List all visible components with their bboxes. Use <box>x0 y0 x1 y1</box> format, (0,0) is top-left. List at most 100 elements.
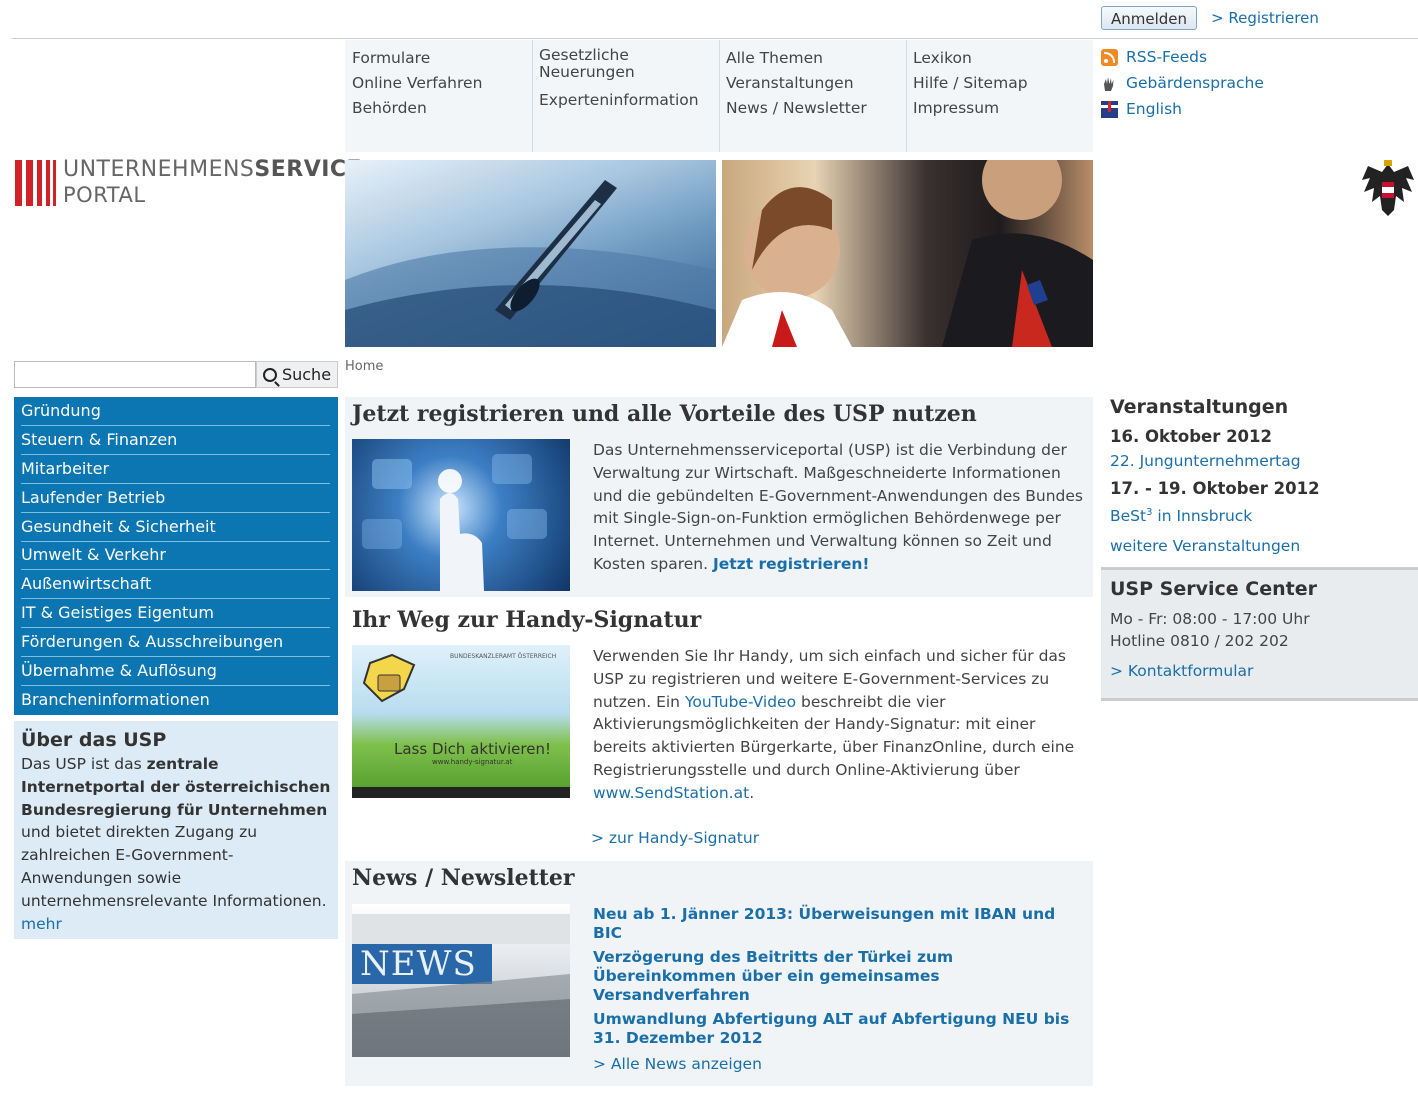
about-box: Über das USP Das USP ist das zentrale In… <box>14 721 338 939</box>
about-text-2: und bietet direkten Zugang zu zahlreiche… <box>21 823 327 910</box>
register-cta-link[interactable]: Jetzt registrieren! <box>713 555 869 573</box>
topnav-link-gesetzliche-neuerungen[interactable]: Gesetzliche Neuerungen <box>539 47 719 81</box>
topnav-link-behoerden[interactable]: Behörden <box>352 96 532 121</box>
topnav-column-1: Formulare Online Verfahren Behörden <box>345 40 532 152</box>
register-text: Das Unternehmensserviceportal (USP) ist … <box>593 439 1083 576</box>
topnav-link-experteninformation[interactable]: Experteninformation <box>539 88 719 113</box>
news-title[interactable]: News / Newsletter <box>352 865 574 891</box>
sidebar-item-branchen[interactable]: Brancheninformationen <box>21 686 330 714</box>
event-link-jungunternehmertag[interactable]: 22. Jungunternehmertag <box>1101 449 1418 473</box>
signature-image-header: BUNDESKANZLERAMT ÖSTERREICH <box>450 653 557 660</box>
news-item[interactable]: Verzögerung des Beitritts der Türkei zum… <box>593 948 1083 1005</box>
topnav-link-news[interactable]: News / Newsletter <box>726 96 906 121</box>
topnav-link-formulare[interactable]: Formulare <box>352 46 532 71</box>
about-more-link[interactable]: mehr <box>21 915 62 933</box>
register-body: Das Unternehmensserviceportal (USP) ist … <box>593 441 1083 573</box>
austrian-eagle-icon <box>1358 158 1418 222</box>
search-button-label: Suche <box>281 365 332 384</box>
topnav-column-3: Alle Themen Veranstaltungen News / Newsl… <box>719 40 906 152</box>
sidebar-item-it[interactable]: IT & Geistiges Eigentum <box>21 599 330 628</box>
about-text-1: Das USP ist das <box>21 755 147 773</box>
sendstation-link[interactable]: www.SendStation.at <box>593 784 749 802</box>
english-label: English <box>1126 100 1182 118</box>
english-link[interactable]: English <box>1101 100 1182 118</box>
sidebar-item-laufender-betrieb[interactable]: Laufender Betrieb <box>21 484 330 513</box>
news-item[interactable]: Umwandlung Abfertigung ALT auf Abfertigu… <box>593 1010 1083 1048</box>
topnav-link-alle-themen[interactable]: Alle Themen <box>726 46 906 71</box>
event-best-post: in Innsbruck <box>1152 507 1253 526</box>
sign-language-link[interactable]: Gebärdensprache <box>1101 74 1264 92</box>
event-best-pre: BeSt <box>1110 507 1147 526</box>
topnav-gesetzliche-line1: Gesetzliche <box>539 46 629 64</box>
logo-light: UNTERNEHMENS <box>63 157 255 182</box>
search-input[interactable] <box>14 361 256 388</box>
news-section: News / Newsletter NEWS Neu ab 1. Jänner … <box>345 861 1093 1086</box>
service-hotline: Hotline 0810 / 202 202 <box>1110 632 1289 650</box>
hero-image-business <box>722 160 1093 347</box>
all-news-link[interactable]: > Alle News anzeigen <box>593 1053 1083 1076</box>
breadcrumb[interactable]: Home <box>345 359 383 374</box>
topnav-link-impressum[interactable]: Impressum <box>913 96 1093 121</box>
rss-label: RSS-Feeds <box>1126 48 1208 66</box>
handy-signature-link[interactable]: > zur Handy-Signatur <box>591 829 759 847</box>
about-title: Über das USP <box>21 729 167 751</box>
topnav-link-hilfe[interactable]: Hilfe / Sitemap <box>913 71 1093 96</box>
sidebar-item-steuern[interactable]: Steuern & Finanzen <box>21 426 330 455</box>
register-section: Jetzt registrieren und alle Vorteile des… <box>345 397 1093 597</box>
uk-flag-icon <box>1101 100 1118 118</box>
service-center-box: USP Service Center Mo - Fr: 08:00 - 17:0… <box>1101 567 1418 701</box>
search-icon <box>262 367 277 382</box>
event-date: 17. - 19. Oktober 2012 <box>1110 479 1320 498</box>
sidebar-item-uebernahme[interactable]: Übernahme & Auflösung <box>21 657 330 686</box>
event-link-best[interactable]: BeSt3 in Innsbruck <box>1101 501 1418 528</box>
news-item[interactable]: Neu ab 1. Jänner 2013: Überweisungen mit… <box>593 905 1083 943</box>
logo-mark[interactable] <box>15 160 57 206</box>
event-date: 16. Oktober 2012 <box>1110 427 1273 446</box>
sidebar-item-aussenwirtschaft[interactable]: Außenwirtschaft <box>21 570 330 599</box>
rss-link[interactable]: RSS-Feeds <box>1101 48 1207 66</box>
sidebar-item-gruendung[interactable]: Gründung <box>21 397 330 426</box>
sidebar-item-foerderungen[interactable]: Förderungen & Ausschreibungen <box>21 628 330 657</box>
top-divider <box>12 38 1418 39</box>
events-box: Veranstaltungen 16. Oktober 2012 22. Jun… <box>1101 393 1418 558</box>
news-image: NEWS <box>352 904 570 1057</box>
service-hours: Mo - Fr: 08:00 - 17:00 Uhr <box>1110 610 1310 628</box>
register-link[interactable]: > Registrieren <box>1211 9 1319 27</box>
hero-image-pen <box>345 160 716 347</box>
sidebar-item-gesundheit[interactable]: Gesundheit & Sicherheit <box>21 513 330 542</box>
sign-language-label: Gebärdensprache <box>1126 74 1264 92</box>
more-events-link[interactable]: weitere Veranstaltungen <box>1101 534 1418 558</box>
topnav-gesetzliche-line2: Neuerungen <box>539 63 635 81</box>
hand-icon <box>1101 75 1118 92</box>
about-text: Das USP ist das zentrale Internetportal … <box>21 753 331 935</box>
signature-image-caption: Lass Dich aktivieren! <box>394 740 551 758</box>
search-button[interactable]: Suche <box>256 361 338 388</box>
touchscreen-image <box>352 439 570 591</box>
events-title: Veranstaltungen <box>1110 396 1289 418</box>
signature-text: Verwenden Sie Ihr Handy, um sich einfach… <box>593 645 1083 805</box>
logo-text-line2[interactable]: PORTAL <box>63 183 146 207</box>
service-center-title: USP Service Center <box>1110 578 1317 600</box>
news-list: Neu ab 1. Jänner 2013: Überweisungen mit… <box>593 905 1083 1076</box>
logo-text-line1[interactable]: UNTERNEHMENSSERVICE <box>63 157 362 182</box>
signature-image-url: www.handy-signatur.at <box>432 758 513 766</box>
topnav-column-4: Lexikon Hilfe / Sitemap Impressum <box>906 40 1093 152</box>
register-title[interactable]: Jetzt registrieren und alle Vorteile des… <box>352 401 977 427</box>
topnav-link-online-verfahren[interactable]: Online Verfahren <box>352 71 532 96</box>
topnav-link-lexikon[interactable]: Lexikon <box>913 46 1093 71</box>
sidebar-navigation: Gründung Steuern & Finanzen Mitarbeiter … <box>14 397 338 715</box>
contact-form-link[interactable]: > Kontaktformular <box>1110 660 1409 682</box>
signature-body-3: . <box>749 783 755 802</box>
sidebar-item-umwelt[interactable]: Umwelt & Verkehr <box>21 541 330 570</box>
rss-icon <box>1101 48 1118 66</box>
signature-section: Ihr Weg zur Handy-Signatur BUNDESKANZLER… <box>345 603 1093 855</box>
login-button[interactable]: Anmelden <box>1101 6 1197 30</box>
news-image-text: NEWS <box>360 944 477 984</box>
topnav-link-veranstaltungen[interactable]: Veranstaltungen <box>726 71 906 96</box>
signature-title[interactable]: Ihr Weg zur Handy-Signatur <box>352 607 701 633</box>
topnav-column-2: Gesetzliche Neuerungen Experteninformati… <box>532 40 719 152</box>
signature-video-thumbnail[interactable]: BUNDESKANZLERAMT ÖSTERREICH Lass Dich ak… <box>352 645 570 798</box>
top-navigation: Formulare Online Verfahren Behörden Gese… <box>345 40 1093 152</box>
youtube-video-link[interactable]: YouTube-Video <box>685 693 796 711</box>
sidebar-item-mitarbeiter[interactable]: Mitarbeiter <box>21 455 330 484</box>
